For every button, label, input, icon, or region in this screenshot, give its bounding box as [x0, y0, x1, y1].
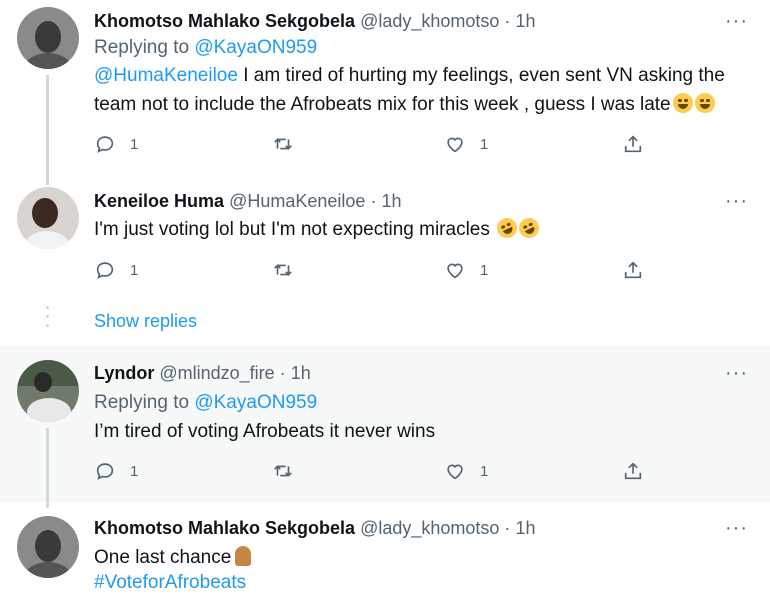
mention-link[interactable]: @HumaKeneiloe: [94, 65, 238, 86]
face-with-tears-of-joy-icon: [672, 93, 693, 113]
tweet-actions: 1 1: [94, 460, 654, 484]
reply-icon: [96, 136, 114, 153]
author-handle[interactable]: @lady_khomotso: [360, 518, 499, 538]
share-button[interactable]: [622, 460, 644, 482]
tweet-text-line-1: I'm just voting lol but I'm not expectin…: [94, 214, 543, 242]
retweet-icon: [274, 465, 292, 477]
tweet-2[interactable]: Keneiloe Huma @HumaKeneiloe · 1h ··· I'm…: [0, 180, 770, 300]
show-replies-link[interactable]: Show replies: [94, 311, 197, 332]
tweet-4[interactable]: Khomotso Mahlako Sekgobela @lady_khomots…: [0, 502, 770, 606]
rolling-on-floor-laughing-icon: [515, 214, 543, 242]
tweet-text: One last chance: [94, 547, 232, 568]
reply-count: 1: [130, 261, 139, 279]
more-icon[interactable]: ···: [725, 362, 748, 385]
replying-to-link[interactable]: @KayaON959: [194, 392, 317, 413]
separator-dot: ·: [279, 363, 286, 383]
share-icon: [624, 462, 642, 480]
more-icon[interactable]: ···: [725, 190, 748, 213]
avatar[interactable]: [17, 516, 79, 578]
author-handle[interactable]: @lady_khomotso: [360, 11, 499, 31]
like-button[interactable]: 1: [444, 460, 488, 482]
author-name[interactable]: Khomotso Mahlako Sekgobela: [94, 11, 355, 31]
hashtag-link[interactable]: #VoteforAfrobeats: [94, 572, 246, 593]
thread-dots: [46, 306, 49, 333]
like-icon: [447, 263, 463, 279]
author-name[interactable]: Lyndor: [94, 363, 154, 383]
tweet-text-line-1: I’m tired of voting Afrobeats it never w…: [94, 421, 435, 443]
rolling-on-floor-laughing-icon: [493, 214, 521, 242]
avatar[interactable]: [17, 7, 79, 69]
replying-to-line: Replying to @KayaON959: [94, 392, 317, 414]
like-button[interactable]: 1: [444, 133, 488, 155]
like-count: 1: [480, 261, 489, 279]
tweet-text-line-1: One last chance: [94, 546, 252, 569]
separator-dot: ·: [504, 11, 511, 31]
reply-count: 1: [130, 135, 139, 153]
share-button[interactable]: [622, 133, 644, 155]
share-icon: [624, 261, 642, 279]
retweet-icon: [274, 264, 292, 276]
author-handle[interactable]: @HumaKeneiloe: [229, 191, 365, 211]
timestamp[interactable]: 1h: [381, 191, 401, 211]
share-icon: [624, 135, 642, 153]
reply-icon: [96, 262, 114, 279]
avatar[interactable]: [17, 187, 79, 249]
more-icon[interactable]: ···: [725, 517, 748, 540]
timestamp[interactable]: 1h: [515, 518, 535, 538]
tweet-text-line-2: team not to include the Afrobeats mix fo…: [94, 93, 715, 116]
like-count: 1: [480, 135, 489, 153]
like-count: 1: [480, 462, 489, 480]
avatar[interactable]: [17, 360, 79, 422]
like-icon: [447, 464, 463, 480]
like-button[interactable]: 1: [444, 259, 488, 281]
folded-hands-icon: [235, 546, 252, 566]
retweet-button[interactable]: [272, 133, 294, 155]
reply-button[interactable]: 1: [94, 460, 138, 482]
retweet-icon: [274, 138, 292, 150]
reply-button[interactable]: 1: [94, 133, 138, 155]
tweet-text: I'm just voting lol but I'm not expectin…: [94, 219, 490, 240]
tweet-text-line-1: @HumaKeneiloe I am tired of hurting my f…: [94, 65, 725, 87]
tweet-header: Lyndor @mlindzo_fire · 1h: [94, 363, 311, 384]
tweet-actions: 1 1: [94, 133, 654, 157]
reply-icon: [96, 463, 114, 480]
tweet-header: Khomotso Mahlako Sekgobela @lady_khomots…: [94, 518, 535, 539]
tweet-1[interactable]: Khomotso Mahlako Sekgobela @lady_khomots…: [0, 0, 770, 185]
replying-to-link[interactable]: @KayaON959: [194, 37, 317, 58]
tweet-header: Khomotso Mahlako Sekgobela @lady_khomots…: [94, 11, 535, 32]
more-icon[interactable]: ···: [725, 10, 748, 33]
thread-line: [46, 75, 49, 185]
thread-line: [46, 428, 49, 508]
timestamp[interactable]: 1h: [515, 11, 535, 31]
tweet-text: I am tired of hurting my feelings, even …: [237, 65, 725, 86]
tweet-3[interactable]: Lyndor @mlindzo_fire · 1h ··· Replying t…: [0, 346, 770, 508]
separator-dot: ·: [504, 518, 511, 538]
author-handle[interactable]: @mlindzo_fire: [159, 363, 274, 383]
face-with-tears-of-joy-icon: [694, 93, 715, 113]
retweet-button[interactable]: [272, 460, 294, 482]
replying-prefix: Replying to: [94, 37, 190, 58]
share-button[interactable]: [622, 259, 644, 281]
separator-dot: ·: [370, 191, 377, 211]
timestamp[interactable]: 1h: [291, 363, 311, 383]
retweet-button[interactable]: [272, 259, 294, 281]
tweet-text: I’m tired of voting Afrobeats it never w…: [94, 421, 436, 442]
replying-prefix: Replying to: [94, 392, 190, 413]
tweet-header: Keneiloe Huma @HumaKeneiloe · 1h: [94, 191, 401, 212]
author-name[interactable]: Keneiloe Huma: [94, 191, 224, 211]
author-name[interactable]: Khomotso Mahlako Sekgobela: [94, 518, 355, 538]
reply-count: 1: [130, 462, 139, 480]
tweet-text-line-2: #VoteforAfrobeats: [94, 572, 246, 594]
tweet-text: team not to include the Afrobeats mix fo…: [94, 94, 671, 115]
tweet-actions: 1 1: [94, 259, 654, 283]
like-icon: [447, 137, 463, 153]
replying-to-line: Replying to @KayaON959: [94, 37, 317, 59]
reply-button[interactable]: 1: [94, 259, 138, 281]
